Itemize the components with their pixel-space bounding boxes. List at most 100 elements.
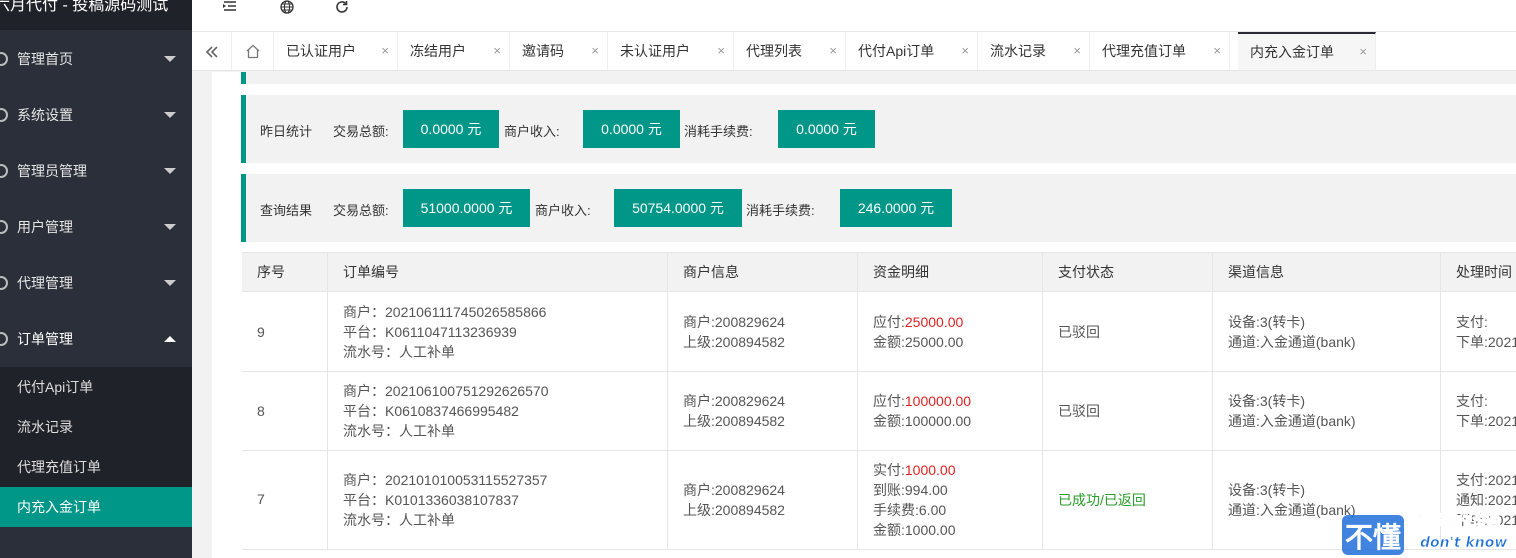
tab-home[interactable] [232,32,274,70]
svg-text:don't know: don't know [1420,535,1507,551]
col-header-funds: 资金明细 [857,253,1042,292]
payable-amount: 应付:100000.00 [873,393,972,409]
close-icon[interactable]: × [1073,32,1081,70]
order-merchant-no: 商户：2021061117450265858​66 [343,304,547,320]
payable-amount: 应付:25000.00 [873,314,964,330]
home-icon [246,44,259,59]
row-no: 8 [257,403,265,419]
yesterday-stats-title: 昨日统计 [260,124,313,139]
tab-api-orders[interactable]: 代付Api订单 × [846,32,978,70]
tab-flow-records[interactable]: 流水记录 × [978,32,1090,70]
table-header: 序号 订单编号 商户信息 资金明细 支付状态 渠道信息 处理时间 [242,252,1516,292]
content-panel: 昨日统计 交易总额: 0.0000 元 商户收入: 0.0000 元 消耗手续费… [212,72,1516,558]
col-header-no: 序号 [257,264,285,280]
home-icon [0,52,8,66]
total-amount-label: 交易总额: [333,124,389,139]
col-header-status: 支付状态 [1042,253,1212,292]
sidebar-item-home[interactable]: 管理首页 [0,31,192,87]
pay-time: 支付:2021 [1456,472,1516,488]
sidebar-item-admins[interactable]: 管理员管理 [0,143,192,199]
channel-device: 设备:3(转卡) [1228,314,1305,330]
chevron-down-icon [164,56,176,62]
parent-id: 上级:200894582 [683,413,785,429]
table-row[interactable] [242,550,1516,558]
order-serial-no: 流水号：人工补单 [343,512,455,528]
yesterday-stats: 昨日统计 交易总额: 0.0000 元 商户收入: 0.0000 元 消耗手续费… [241,95,1516,163]
close-icon[interactable]: × [591,32,599,70]
channel-device: 设备:3(转卡) [1228,393,1305,409]
merchant-income-value: 50754.0000 元 [614,189,742,227]
total-amount-label: 交易总额: [333,203,389,218]
tab-unverified-users[interactable]: 未认证用户 × [608,32,734,70]
pay-time: 支付: [1456,393,1488,409]
query-stats-title: 查询结果 [260,203,313,218]
tab-deposit-orders[interactable]: 内充入金订单 × [1238,32,1376,70]
tab-agent-list[interactable]: 代理列表 × [734,32,846,70]
sidebar-item-agents[interactable]: 代理管理 [0,255,192,311]
refresh-icon[interactable] [332,0,352,14]
amount: 金额:1000.00 [873,522,956,538]
sidebar-subitem-api-orders[interactable]: 代付Api订单 [0,367,192,407]
sidebar-subitem-agent-recharge[interactable]: 代理充值订单 [0,447,192,487]
main-content: 昨日统计 交易总额: 0.0000 元 商户收入: 0.0000 元 消耗手续费… [192,72,1516,558]
channel-name: 通道:入金通道(bank) [1228,334,1356,350]
row-no: 7 [257,491,265,507]
watermark-logo: 不懂 爱帮软件资源 don't know [1342,512,1508,555]
order-platform-no: 平台：K0101336038107837 [343,492,519,508]
menu-toggle-icon[interactable] [220,0,240,14]
merchant-income-label: 商户收入: [535,203,591,218]
close-icon[interactable]: × [1213,32,1221,70]
sidebar-item-users[interactable]: 用户管理 [0,199,192,255]
status-badge: 已驳回 [1058,403,1100,419]
user-icon [0,220,8,234]
order-merchant-no: 商户：202101010053115527357 [343,472,548,488]
top-header [192,0,1516,31]
chevron-down-icon [164,112,176,118]
chevron-down-icon [164,168,176,174]
tab-frozen-users[interactable]: 冻结用户 × [398,32,510,70]
agent-icon [0,276,8,290]
order-platform-no: 平台：K0611047113236939 [343,324,517,340]
close-icon[interactable]: × [829,32,837,70]
tab-verified-users[interactable]: 已认证用户 × [274,32,398,70]
close-icon[interactable]: × [961,32,969,70]
parent-id: 上级:200894582 [683,334,785,350]
table-row[interactable]: 9 商户：2021061117450265858​66 平台：K06110471… [242,292,1516,372]
tab-invite-codes[interactable]: 邀请码 × [510,32,608,70]
fee-amount: 手续费:6.00 [873,502,947,518]
table-row[interactable]: 8 商户：202106100751292626570 平台：K061083746… [242,372,1516,451]
sidebar-item-orders[interactable]: 订单管理 [0,311,192,367]
chevron-down-icon [164,280,176,286]
tab-bar: 已认证用户 × 冻结用户 × 邀请码 × 未认证用户 × 代理列表 × 代付Api订单 × … [192,31,1516,71]
channel-name: 通道:入金通道(bank) [1228,502,1356,518]
table-row[interactable]: 7 商户：202101010053115527357 平台：K010133603… [242,451,1516,550]
close-icon[interactable]: × [1359,34,1367,70]
orders-submenu: 代付Api订单 流水记录 代理充值订单 内充入金订单 [0,367,192,527]
parent-id: 上级:200894582 [683,502,785,518]
gear-icon [0,108,8,122]
close-icon[interactable]: × [717,32,725,70]
sidebar-subitem-flow-records[interactable]: 流水记录 [0,407,192,447]
merchant-id: 商户:200829624 [683,393,785,409]
channel-device: 设备:3(转卡) [1228,482,1305,498]
order-merchant-no: 商户：202106100751292626570 [343,383,549,399]
order-icon [0,332,8,346]
sidebar-subitem-deposit-orders[interactable]: 内充入金订单 [0,487,192,527]
merchant-income-value: 0.0000 元 [583,110,680,148]
sidebar: 六月代付 - 投稿源码测试 管理首页 系统设置 管理员管理 用户管理 代理管理 [0,0,192,558]
paid-amount: 实付:1000.00 [873,462,956,478]
col-header-time: 处理时间 [1440,253,1516,292]
close-icon[interactable]: × [493,32,501,70]
globe-icon[interactable] [277,0,297,14]
fee-label: 消耗手续费: [746,203,815,218]
sidebar-item-system-settings[interactable]: 系统设置 [0,87,192,143]
svg-text:爱帮软件资源: 爱帮软件资源 [1416,512,1500,529]
tab-agent-recharge[interactable]: 代理充值订单 × [1090,32,1230,70]
close-icon[interactable]: × [381,32,389,70]
merchant-id: 商户:200829624 [683,314,785,330]
tab-prev-button[interactable] [192,32,232,70]
order-time: 下单:2021 [1456,413,1516,429]
fee-value: 0.0000 元 [778,110,875,148]
fee-value: 246.0000 元 [840,189,952,227]
svg-text:不懂: 不懂 [1345,521,1401,554]
